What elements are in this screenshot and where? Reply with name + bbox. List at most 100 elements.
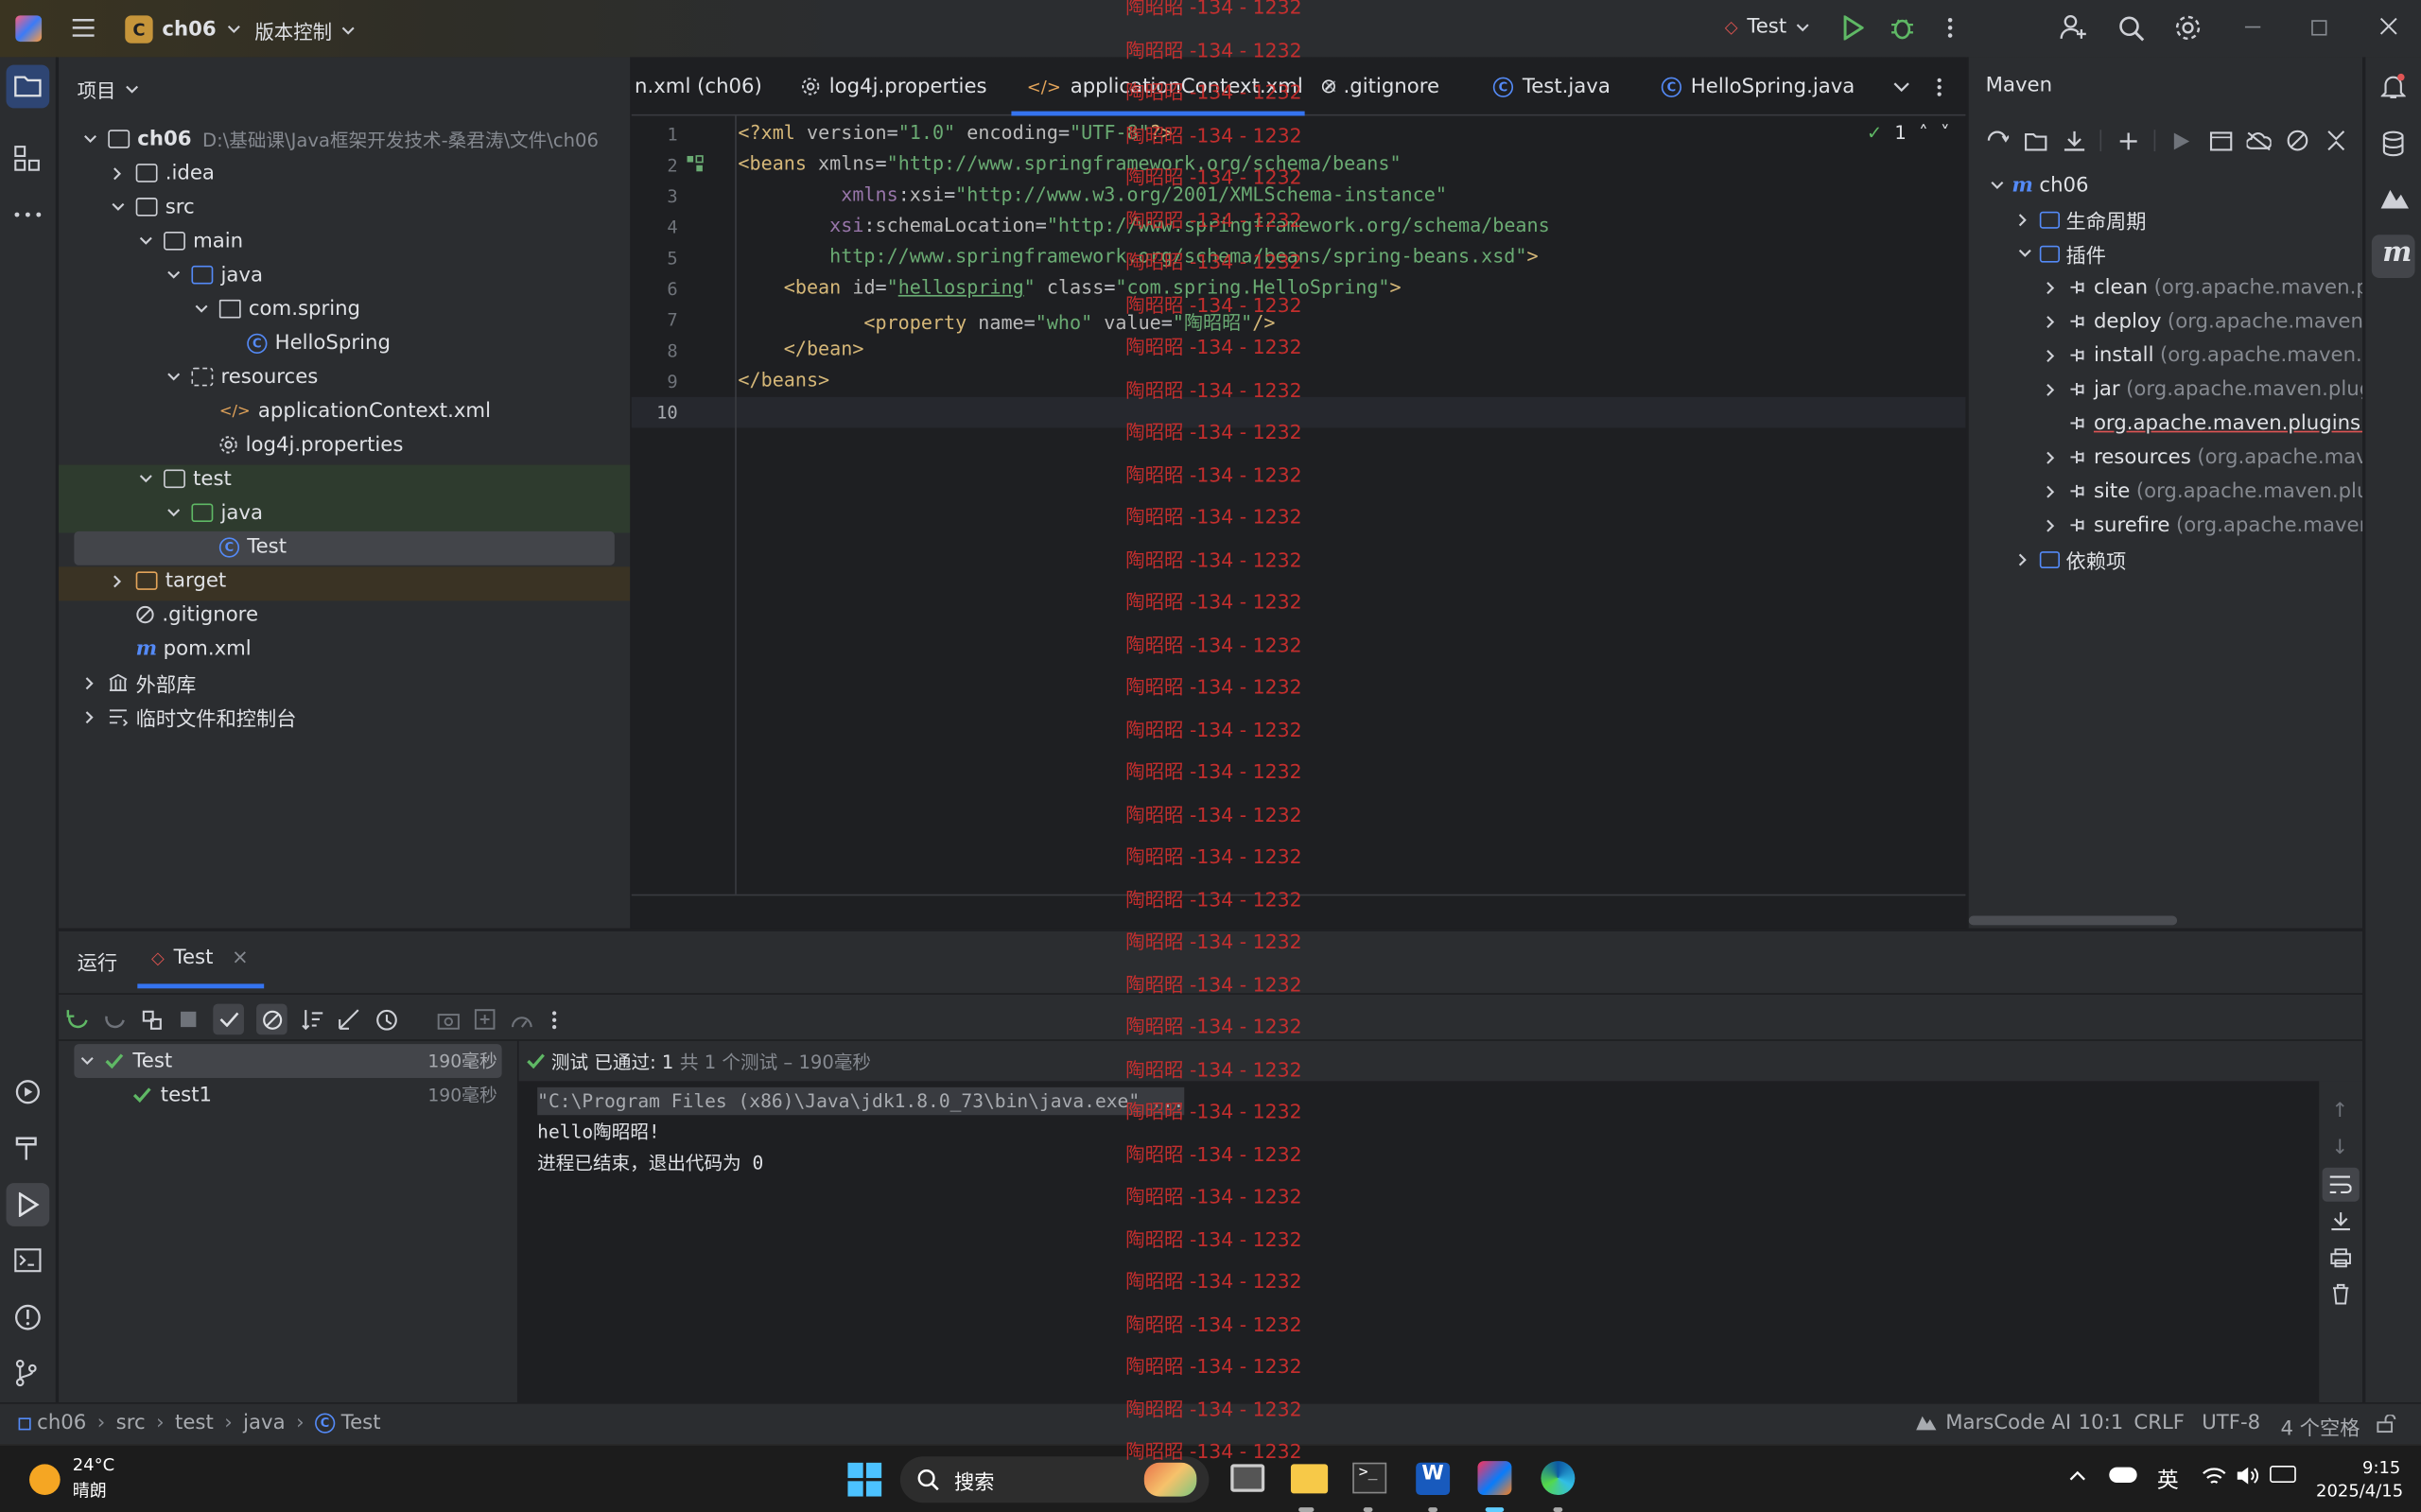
chevron-down-icon[interactable]: [191, 300, 210, 319]
marscode-icon[interactable]: [2379, 188, 2411, 210]
terminal-icon[interactable]: [14, 1248, 42, 1273]
toggle-auto-test-icon[interactable]: [139, 1004, 164, 1035]
lock-icon[interactable]: [2377, 1415, 2396, 1434]
run-tab-test[interactable]: ◇ Test ×: [151, 947, 249, 969]
tree-item-folder-resources[interactable]: resources: [59, 360, 630, 394]
history-clock-icon[interactable]: [374, 1004, 398, 1035]
tree-item-file-log4j-properties[interactable]: log4j.properties: [59, 427, 630, 461]
chevron-right-icon[interactable]: [2018, 213, 2040, 227]
tree-item-folder-main-java[interactable]: java: [59, 258, 630, 292]
more-actions-icon[interactable]: [1947, 17, 1954, 39]
breadcrumb-item[interactable]: src: [116, 1412, 146, 1434]
more-actions-icon[interactable]: [547, 1004, 562, 1035]
scroll-up-icon[interactable]: ↑: [2331, 1100, 2348, 1122]
ime-indicator[interactable]: 英: [2157, 1464, 2179, 1495]
chevron-down-icon[interactable]: [164, 503, 183, 522]
run-icon[interactable]: [1842, 15, 1864, 41]
tree-item-folder-idea[interactable]: .idea: [59, 156, 630, 190]
camera-icon[interactable]: [435, 1004, 460, 1035]
plus-icon[interactable]: [2116, 125, 2140, 156]
clock-time[interactable]: 9:15: [2362, 1458, 2400, 1478]
marscode-ai-widget[interactable]: MarsCode AI: [1915, 1412, 2071, 1434]
maven-dependencies[interactable]: 依赖项: [2018, 542, 2126, 576]
run-config-selector[interactable]: ◇ Test: [1725, 15, 1810, 39]
add-user-icon[interactable]: [2060, 14, 2087, 42]
git-branch-icon[interactable]: [14, 1359, 39, 1387]
chevron-right-icon[interactable]: [2046, 484, 2067, 498]
search-icon[interactable]: [2118, 15, 2145, 42]
chevron-down-icon[interactable]: [108, 198, 127, 217]
tree-item-file-test[interactable]: C Test: [59, 530, 630, 564]
chevron-up-icon[interactable]: ˄: [1919, 122, 1928, 144]
chevron-right-icon[interactable]: [2046, 518, 2067, 532]
close-tab-icon[interactable]: ×: [232, 947, 249, 969]
tab-gitignore[interactable]: ⊘ .gitignore: [1320, 57, 1439, 115]
clear-trash-icon[interactable]: [2331, 1283, 2350, 1305]
sun-weather-icon[interactable]: [29, 1464, 61, 1496]
settings-gear-icon[interactable]: [2174, 14, 2202, 42]
maven-lifecycle[interactable]: 生命周期: [2018, 202, 2146, 236]
task-view-icon[interactable]: [1230, 1464, 1265, 1492]
download-icon[interactable]: [2062, 125, 2086, 156]
maven-plugin-item[interactable]: surefire(org.apache.maven.plu: [2046, 508, 2362, 542]
tree-root-ch06[interactable]: ch06 D:\基础课\Java框架开发技术-桑君涛\文件\ch06: [59, 122, 630, 156]
maven-plugins[interactable]: 插件: [2018, 236, 2106, 270]
maven-plugin-item[interactable]: deploy(org.apache.maven.plugins: [2046, 304, 2362, 339]
main-menu-icon[interactable]: [68, 12, 99, 43]
test-tree-child[interactable]: test1 190毫秒: [132, 1078, 497, 1112]
chevron-right-icon[interactable]: [2046, 348, 2067, 362]
tree-item-folder-test[interactable]: test: [59, 461, 630, 495]
chevron-right-icon[interactable]: [80, 707, 99, 726]
project-switcher[interactable]: C ch06: [125, 14, 241, 45]
breadcrumb-item[interactable]: java: [243, 1412, 285, 1434]
file-explorer-icon[interactable]: [1290, 1464, 1329, 1494]
maven-plugin-item[interactable]: site(org.apache.maven.plugins: [2046, 474, 2362, 508]
tree-item-file-hellospring[interactable]: C HelloSpring: [59, 326, 630, 360]
word-app-icon[interactable]: W: [1416, 1462, 1451, 1496]
tree-item-folder-test-java[interactable]: java: [59, 495, 630, 530]
execute-goal-icon[interactable]: [2208, 125, 2233, 156]
chevron-right-icon[interactable]: [2046, 314, 2067, 328]
maven-root-ch06[interactable]: m ch06: [1991, 168, 2089, 202]
project-tool-folder-icon[interactable]: [14, 74, 42, 97]
chevron-up-icon[interactable]: [2069, 1470, 2086, 1481]
show-ignored-icon[interactable]: [256, 1003, 287, 1035]
horizontal-scrollbar[interactable]: [1968, 915, 2178, 926]
services-icon[interactable]: [14, 1078, 42, 1105]
chevron-right-icon[interactable]: [2046, 450, 2067, 464]
build-hammer-icon[interactable]: [14, 1134, 42, 1161]
chevron-down-icon[interactable]: [164, 266, 183, 285]
run-tool-icon[interactable]: [15, 1191, 40, 1218]
more-tools-icon[interactable]: [14, 212, 42, 218]
scroll-to-end-icon[interactable]: [2330, 1211, 2352, 1231]
edge-browser-icon[interactable]: [1541, 1461, 1576, 1496]
tree-item-file-pom-xml[interactable]: m pom.xml: [59, 632, 630, 666]
tree-item-external-libraries[interactable]: 外部库: [59, 666, 630, 700]
soft-wrap-icon[interactable]: [2328, 1175, 2352, 1194]
notifications-bell-icon[interactable]: [2380, 73, 2406, 100]
test-tree-root[interactable]: Test 190毫秒: [80, 1044, 497, 1078]
tree-item-package-com-spring[interactable]: com.spring: [59, 292, 630, 326]
chevron-down-icon[interactable]: ˅: [1941, 122, 1950, 144]
volume-icon[interactable]: [2236, 1466, 2260, 1486]
chevron-down-icon[interactable]: [164, 368, 183, 387]
rerun-failed-icon[interactable]: [102, 1004, 127, 1035]
close-window-icon[interactable]: [2379, 17, 2398, 36]
tree-item-scratches-and-consoles[interactable]: 临时文件和控制台: [59, 700, 630, 734]
chevron-right-icon[interactable]: [2046, 382, 2067, 396]
debug-icon[interactable]: [1890, 15, 1914, 40]
print-icon[interactable]: [2330, 1248, 2352, 1268]
reload-icon[interactable]: [1984, 125, 2009, 156]
tree-item-folder-target[interactable]: target: [59, 564, 630, 598]
tree-item-file-gitignore[interactable]: .gitignore: [59, 598, 630, 632]
scroll-down-icon[interactable]: ↓: [2331, 1137, 2348, 1159]
bean-gutter-icon[interactable]: [686, 154, 705, 173]
tab-list-chevron-icon[interactable]: [1893, 82, 1910, 93]
inspection-widget[interactable]: ✓ 1 ˄ ˅: [1867, 122, 1950, 144]
wifi-icon[interactable]: [2202, 1466, 2226, 1486]
coverage-icon[interactable]: [510, 1004, 534, 1035]
import-tests-icon[interactable]: [473, 1004, 497, 1035]
offline-mode-icon[interactable]: [2246, 125, 2272, 156]
chevron-right-icon[interactable]: [2018, 552, 2040, 566]
line-separator[interactable]: CRLF: [2134, 1412, 2185, 1434]
